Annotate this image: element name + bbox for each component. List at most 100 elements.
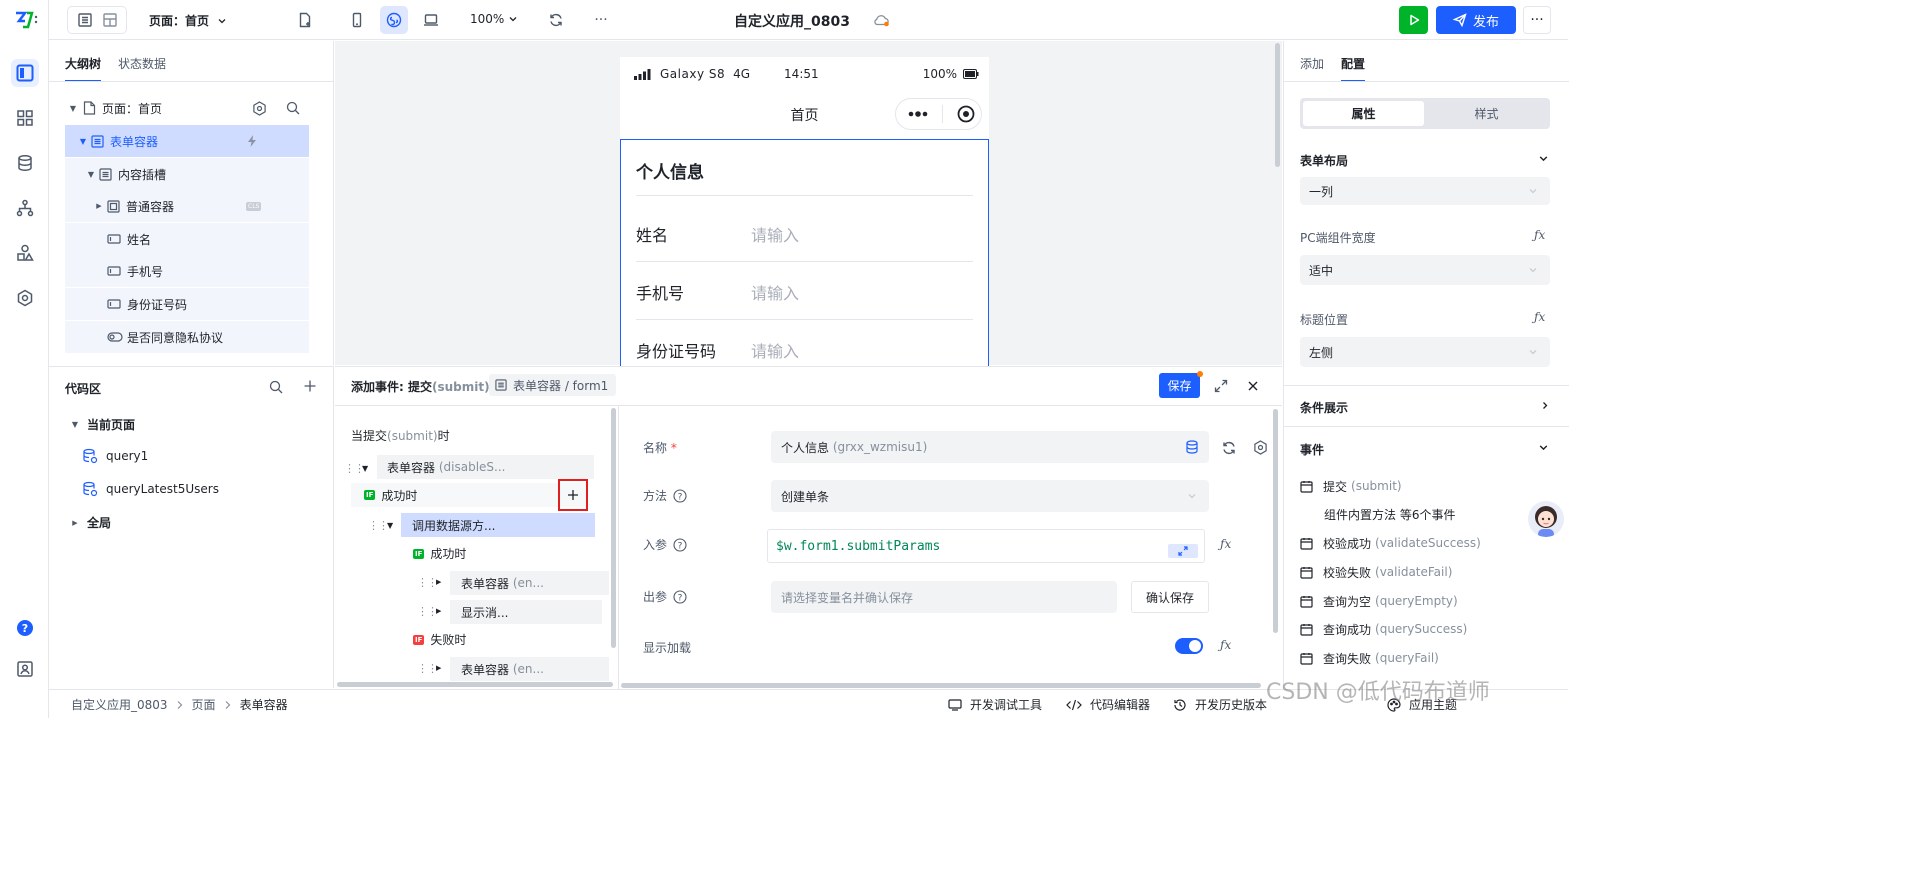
grid-panel-icon[interactable] bbox=[102, 12, 118, 28]
pc-width-select[interactable]: 适中 bbox=[1300, 255, 1550, 285]
cloud-sync-icon[interactable] bbox=[867, 6, 895, 34]
flow-node-form-container[interactable]: 表单容器 (en... bbox=[450, 571, 609, 595]
drag-handle-icon[interactable]: ⋮⋮ bbox=[417, 576, 438, 589]
caret-down-icon[interactable]: ▼ bbox=[69, 420, 81, 429]
query-item[interactable]: query1 bbox=[82, 448, 148, 464]
flow-node-show-message[interactable]: 显示消... bbox=[450, 600, 602, 624]
caret-down-icon[interactable]: ▼ bbox=[67, 104, 79, 113]
segment-properties[interactable]: 属性 bbox=[1303, 101, 1424, 126]
id-number-input[interactable]: 请输入 bbox=[751, 338, 799, 362]
lightning-icon[interactable] bbox=[246, 134, 258, 148]
caret-down-icon[interactable]: ▼ bbox=[362, 464, 368, 473]
page-selector[interactable]: 页面：首页 bbox=[149, 12, 227, 29]
mini-program-view-icon[interactable] bbox=[380, 6, 408, 34]
config-scrollbar[interactable] bbox=[1273, 409, 1278, 633]
settings-icon[interactable] bbox=[1253, 440, 1268, 455]
more-menu-button[interactable]: ··· bbox=[1523, 6, 1551, 34]
history-button[interactable]: 开发历史版本 bbox=[1173, 696, 1267, 713]
config-h-scrollbar[interactable] bbox=[621, 683, 1261, 688]
caret-right-icon[interactable]: ▶ bbox=[436, 607, 441, 615]
global-group[interactable]: ▶ 全局 bbox=[69, 514, 111, 531]
code-editor-button[interactable]: 代码编辑器 bbox=[1066, 696, 1150, 713]
tree-item-id-number[interactable]: 身份证号码 bbox=[65, 288, 309, 320]
search-icon[interactable] bbox=[269, 380, 283, 394]
assistant-avatar[interactable] bbox=[1528, 501, 1564, 537]
tree-item-privacy-switch[interactable]: 是否同意隐私协议 bbox=[65, 321, 309, 353]
form-container-selected[interactable]: 个人信息 姓名 请输入 手机号 请输入 身份证号码 请输入 bbox=[620, 139, 989, 367]
database-nav-icon[interactable] bbox=[11, 149, 39, 177]
flow-node-form-container[interactable]: 表单容器 (en... bbox=[450, 657, 609, 681]
caret-down-icon[interactable]: ▼ bbox=[77, 137, 89, 146]
panel-layout-toggle[interactable] bbox=[67, 6, 127, 34]
flow-node-call-datasource[interactable]: 调用数据源方... bbox=[401, 513, 595, 537]
title-position-select[interactable]: 左侧 bbox=[1300, 337, 1550, 367]
flow-branch-success-nested[interactable]: IF 成功时 bbox=[413, 545, 466, 562]
caret-down-icon[interactable]: ▼ bbox=[85, 170, 97, 179]
tab-add[interactable]: 添加 bbox=[1300, 55, 1324, 72]
crumb-page[interactable]: 页面 bbox=[192, 696, 216, 713]
chevron-down-icon[interactable] bbox=[1538, 442, 1549, 453]
more-dots-icon[interactable] bbox=[908, 111, 928, 117]
expand-editor-icon[interactable] bbox=[1168, 544, 1198, 558]
event-item-validate-fail[interactable]: 校验失败 (validateFail) bbox=[1300, 561, 1452, 583]
save-button[interactable]: 保存 bbox=[1159, 373, 1200, 398]
event-item-query-success[interactable]: 查询成功 (querySuccess) bbox=[1300, 618, 1467, 640]
flow-branch-success[interactable]: IF 成功时 bbox=[351, 483, 587, 507]
caret-right-icon[interactable]: ▶ bbox=[69, 519, 81, 527]
publish-button[interactable]: 发布 bbox=[1436, 6, 1516, 34]
flow-h-scrollbar[interactable] bbox=[337, 682, 613, 687]
crumb-form-container[interactable]: 表单容器 bbox=[240, 696, 288, 713]
fx-icon[interactable]: ƒx bbox=[1534, 228, 1545, 242]
event-item-submit[interactable]: 提交 (submit) bbox=[1300, 475, 1402, 497]
page-settings-icon[interactable] bbox=[252, 100, 267, 116]
drag-handle-icon[interactable]: ⋮⋮ bbox=[368, 519, 389, 532]
tab-state-data[interactable]: 状态数据 bbox=[118, 55, 166, 72]
help-circle-icon[interactable]: ? bbox=[673, 488, 687, 503]
dev-tools-button[interactable]: 开发调试工具 bbox=[948, 696, 1042, 713]
search-icon[interactable] bbox=[286, 101, 300, 115]
crumb-app[interactable]: 自定义应用_0803 bbox=[71, 696, 168, 713]
layout-select[interactable]: 一列 bbox=[1300, 177, 1550, 205]
query-item[interactable]: queryLatest5Users bbox=[82, 481, 219, 497]
more-actions-icon[interactable]: ··· bbox=[587, 6, 615, 34]
tree-item-name[interactable]: 姓名 bbox=[65, 223, 309, 255]
fx-icon[interactable]: ƒx bbox=[1534, 310, 1545, 324]
mobile-view-icon[interactable] bbox=[343, 6, 371, 34]
input-param-editor[interactable]: $w.form1.submitParams bbox=[767, 529, 1205, 563]
drag-handle-icon[interactable]: ⋮⋮ bbox=[417, 605, 438, 618]
app-logo-icon[interactable] bbox=[12, 6, 40, 34]
outline-panel-icon[interactable] bbox=[77, 12, 93, 28]
flow-scrollbar[interactable] bbox=[611, 408, 616, 648]
tree-item-content-slot[interactable]: ▼ 内容插槽 bbox=[65, 158, 309, 190]
events-section[interactable]: 事件 bbox=[1300, 441, 1324, 458]
phone-input[interactable]: 请输入 bbox=[751, 280, 799, 304]
event-item-validate-success[interactable]: 校验成功 (validateSuccess) bbox=[1300, 532, 1481, 554]
name-field[interactable]: 个人信息 (grxx_wzmisu1) bbox=[771, 431, 1209, 463]
user-profile-icon[interactable] bbox=[11, 655, 39, 683]
chevron-down-icon[interactable] bbox=[1538, 153, 1549, 164]
help-icon[interactable]: ? bbox=[11, 614, 39, 642]
event-item-query-fail[interactable]: 查询失败 (queryFail) bbox=[1300, 647, 1439, 669]
add-icon[interactable] bbox=[303, 379, 317, 393]
event-item-query-empty[interactable]: 查询为空 (queryEmpty) bbox=[1300, 590, 1458, 612]
tab-config[interactable]: 配置 bbox=[1341, 55, 1366, 82]
run-button[interactable] bbox=[1399, 6, 1428, 34]
confirm-save-button[interactable]: 确认保存 bbox=[1131, 581, 1209, 613]
expand-icon[interactable] bbox=[1214, 379, 1228, 393]
method-select[interactable]: 创建单条 bbox=[771, 480, 1209, 512]
fx-icon[interactable]: ƒx bbox=[1220, 638, 1231, 652]
pc-view-icon[interactable] bbox=[417, 6, 445, 34]
output-param-input[interactable]: 请选择变量名并确认保存 bbox=[771, 581, 1117, 613]
add-action-button[interactable] bbox=[558, 479, 588, 511]
condition-display-section[interactable]: 条件展示 bbox=[1300, 399, 1348, 416]
form-layout-section[interactable]: 表单布局 bbox=[1300, 152, 1348, 169]
drag-handle-icon[interactable]: ⋮⋮ bbox=[417, 662, 438, 675]
fx-icon[interactable]: ƒx bbox=[1220, 537, 1231, 551]
current-page-group[interactable]: ▼ 当前页面 bbox=[69, 416, 135, 433]
caret-right-icon[interactable]: ▶ bbox=[436, 664, 441, 672]
settings-nav-icon[interactable] bbox=[11, 284, 39, 312]
show-loading-toggle[interactable] bbox=[1175, 638, 1203, 654]
flow-nav-icon[interactable] bbox=[11, 194, 39, 222]
chevron-right-icon[interactable] bbox=[1540, 400, 1550, 411]
refresh-icon[interactable] bbox=[542, 6, 570, 34]
